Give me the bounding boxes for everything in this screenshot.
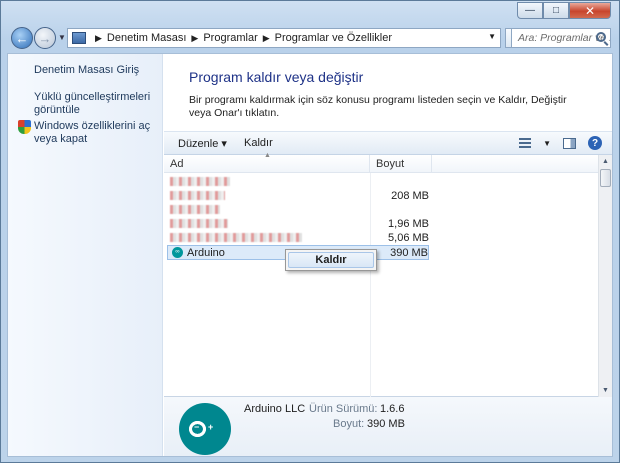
arduino-logo-icon: − + bbox=[179, 403, 231, 455]
size-value: 390 MB bbox=[367, 418, 405, 430]
views-dropdown-icon[interactable]: ▼ bbox=[543, 139, 551, 148]
view-controls: ▼ ? bbox=[519, 136, 602, 150]
redacted-name bbox=[170, 205, 220, 214]
scroll-thumb[interactable] bbox=[600, 169, 611, 187]
list-item[interactable]: 5,06 MB bbox=[167, 231, 429, 246]
column-header-size[interactable]: Boyut bbox=[370, 155, 432, 173]
chevron-right-icon[interactable]: ▶ bbox=[263, 33, 270, 44]
breadcrumb-programs-features[interactable]: Programlar ve Özellikler bbox=[275, 32, 392, 44]
back-button[interactable]: ← bbox=[11, 27, 33, 49]
sidebar-item-view-installed-updates[interactable]: Yüklü güncelleştirmeleri görüntüle bbox=[34, 91, 159, 117]
close-button[interactable]: ✕ bbox=[569, 2, 611, 19]
main-pane: Program kaldır veya değiştir Bir program… bbox=[164, 54, 612, 456]
task-pane: Denetim Masası Giriş Yüklü güncelleştirm… bbox=[8, 54, 163, 456]
list-item[interactable] bbox=[167, 175, 429, 190]
chevron-right-icon[interactable]: ▶ bbox=[191, 33, 198, 44]
details-pane: − + Arduino LLC Ürün Sürümü: 1.6.6 Boyut:… bbox=[164, 397, 612, 456]
list-item[interactable]: 208 MB bbox=[167, 189, 429, 204]
redacted-name bbox=[170, 177, 230, 186]
list-item[interactable]: 1,96 MB bbox=[167, 217, 429, 232]
search-icon[interactable] bbox=[596, 32, 606, 42]
row-size: 5,06 MB bbox=[388, 232, 429, 244]
minimize-button[interactable]: — bbox=[517, 2, 543, 19]
context-menu-uninstall[interactable]: Kaldır bbox=[288, 252, 374, 268]
views-icon[interactable] bbox=[519, 138, 532, 148]
page-title: Program kaldır veya değiştir bbox=[189, 69, 364, 85]
sort-up-icon: ▲ bbox=[264, 152, 271, 159]
navigation-bar: ← → ▼ ▶ Denetim Masası ▶ Programlar ▶ Pr… bbox=[11, 27, 611, 49]
programs-window: — □ ✕ ← → ▼ ▶ Denetim Masası ▶ Programla… bbox=[0, 0, 620, 463]
sidebar-item-control-panel-home[interactable]: Denetim Masası Giriş bbox=[34, 64, 159, 77]
version-value: 1.6.6 bbox=[380, 403, 405, 415]
redacted-name bbox=[170, 219, 228, 228]
publisher-name: Arduino LLC bbox=[244, 403, 306, 415]
uninstall-toolbar-button[interactable]: Kaldır bbox=[244, 137, 273, 149]
row-size: 1,96 MB bbox=[388, 218, 429, 230]
preview-pane-icon[interactable] bbox=[563, 137, 576, 149]
content-area: Denetim Masası Giriş Yüklü güncelleştirm… bbox=[7, 53, 613, 457]
column-header-empty bbox=[432, 155, 602, 173]
row-size: 208 MB bbox=[391, 190, 429, 202]
version-label: Ürün Sürümü: bbox=[309, 403, 378, 415]
address-bar[interactable]: ▶ Denetim Masası ▶ Programlar ▶ Programl… bbox=[67, 28, 501, 48]
organize-button[interactable]: Düzenle ▾ bbox=[178, 137, 227, 150]
search-input[interactable]: Ara: Programlar ve ... bbox=[511, 28, 611, 48]
scroll-down-icon[interactable]: ▼ bbox=[599, 384, 612, 397]
chevron-right-icon[interactable]: ▶ bbox=[95, 33, 102, 44]
breadcrumb-programs[interactable]: Programlar bbox=[203, 32, 257, 44]
size-label: Boyut: bbox=[333, 418, 365, 430]
maximize-button[interactable]: □ bbox=[543, 2, 569, 19]
scroll-up-icon[interactable]: ▲ bbox=[599, 155, 612, 168]
infinity-icon: − + bbox=[189, 421, 221, 437]
forward-button[interactable]: → bbox=[34, 27, 56, 49]
column-header-label: Boyut bbox=[376, 158, 405, 170]
column-header-name[interactable]: Ad ▲ bbox=[164, 152, 370, 173]
shield-icon bbox=[18, 120, 31, 134]
row-size: 390 MB bbox=[390, 247, 428, 259]
program-list: Ad ▲ Boyut 208 MB 1,96 MB 5,06 MB ∞ Ardu… bbox=[164, 152, 612, 397]
breadcrumb-control-panel[interactable]: Denetim Masası bbox=[107, 32, 186, 44]
control-panel-icon bbox=[72, 32, 86, 44]
context-menu: Kaldır bbox=[285, 249, 377, 271]
caption-buttons: — □ ✕ bbox=[517, 2, 611, 19]
redacted-name bbox=[170, 233, 302, 242]
help-icon[interactable]: ? bbox=[588, 136, 602, 150]
address-dropdown-icon[interactable]: ▼ bbox=[488, 32, 496, 41]
vertical-scrollbar[interactable]: ▲ ▼ bbox=[598, 155, 612, 397]
recent-pages-dropdown-icon[interactable]: ▼ bbox=[58, 33, 66, 42]
sidebar-item-windows-features[interactable]: Windows özelliklerini aç veya kapat bbox=[34, 120, 159, 146]
page-description: Bir programı kaldırmak için söz konusu p… bbox=[189, 94, 567, 119]
list-item[interactable] bbox=[167, 203, 429, 218]
arduino-icon: ∞ bbox=[172, 247, 183, 258]
column-header-label: Ad bbox=[170, 158, 184, 170]
command-bar: Düzenle ▾ Kaldır ▼ ? bbox=[164, 131, 612, 155]
redacted-name bbox=[170, 191, 225, 200]
